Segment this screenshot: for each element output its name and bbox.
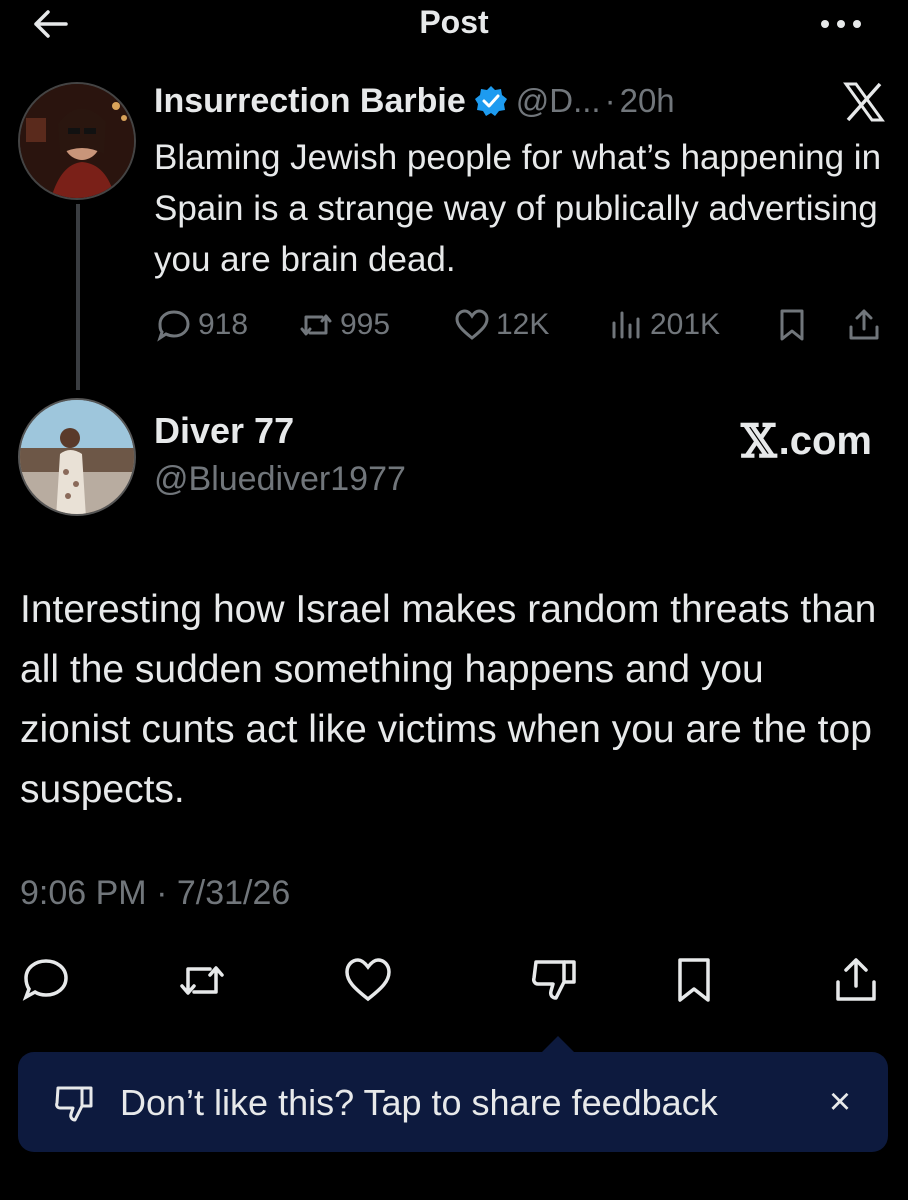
repost-icon [180, 966, 224, 995]
author-handle[interactable]: @D... [516, 82, 601, 120]
post-text: Interesting how Israel makes random thre… [20, 588, 877, 811]
share-button[interactable] [846, 302, 888, 348]
post-time[interactable]: 20h [620, 82, 675, 120]
like-count: 12K [496, 308, 550, 341]
share-icon [836, 958, 876, 1001]
x-com-watermark: 𝕏 .com [741, 414, 872, 468]
quoted-post-header: Insurrection Barbie @D... · 20h [154, 76, 675, 126]
reply-count: 918 [198, 308, 249, 341]
like-count-button[interactable]: 12K [454, 302, 549, 348]
avatar[interactable] [18, 398, 136, 516]
more-horizontal-icon [821, 20, 861, 28]
thumbs-down-icon [55, 1086, 93, 1122]
heart-icon [345, 958, 391, 1002]
heart-icon [455, 309, 489, 340]
close-icon[interactable]: × [816, 1078, 864, 1126]
x-logo-icon[interactable] [842, 82, 886, 122]
reply-icon [157, 310, 190, 342]
thumbs-down-icon [532, 960, 576, 1000]
page-title: Post [419, 4, 489, 40]
x-com-label: .com [778, 418, 872, 463]
quoted-post-text: Blaming Jewish people for what’s happeni… [154, 138, 882, 279]
repost-icon [300, 314, 332, 336]
avatar-photo [20, 84, 134, 198]
repost-count: 995 [340, 308, 391, 341]
author-handle[interactable]: @Bluediver1977 [154, 460, 406, 499]
bookmark-icon [678, 958, 710, 1002]
bookmark-button[interactable] [668, 954, 720, 1006]
reply-button[interactable] [20, 954, 72, 1006]
avatar-photo [20, 400, 134, 514]
share-button[interactable] [830, 954, 882, 1006]
more-options-button[interactable] [818, 12, 864, 36]
repost-count-button[interactable]: 995 [298, 302, 390, 348]
repost-button[interactable] [176, 954, 228, 1006]
views-count-button[interactable]: 201K [608, 302, 720, 348]
post-action-bar [0, 950, 908, 1010]
reply-icon [22, 959, 68, 1001]
author-name[interactable]: Diver 77 [154, 410, 294, 452]
reply-count-button[interactable]: 918 [156, 302, 248, 348]
dislike-button[interactable] [528, 954, 580, 1006]
feedback-banner[interactable]: Don’t like this? Tap to share feedback × [18, 1052, 888, 1152]
author-name[interactable]: Insurrection Barbie [154, 82, 466, 121]
views-count: 201K [650, 308, 721, 341]
avatar[interactable] [18, 82, 136, 200]
share-icon [849, 309, 879, 340]
bookmark-button[interactable] [774, 302, 816, 348]
separator-dot: · [604, 82, 616, 119]
post-timestamp: 9:06 PM · 7/31/26 [20, 874, 291, 912]
verified-badge-icon [474, 86, 507, 116]
views-bar-icon [612, 311, 640, 339]
thread-connector-line [76, 204, 80, 390]
x-logo-icon: 𝕏 [740, 414, 777, 468]
quoted-post-stats: 918 995 12K 201K [156, 302, 886, 348]
like-button[interactable] [342, 954, 394, 1006]
feedback-banner-text[interactable]: Don’t like this? Tap to share feedback [120, 1082, 718, 1124]
bookmark-icon [780, 309, 804, 341]
